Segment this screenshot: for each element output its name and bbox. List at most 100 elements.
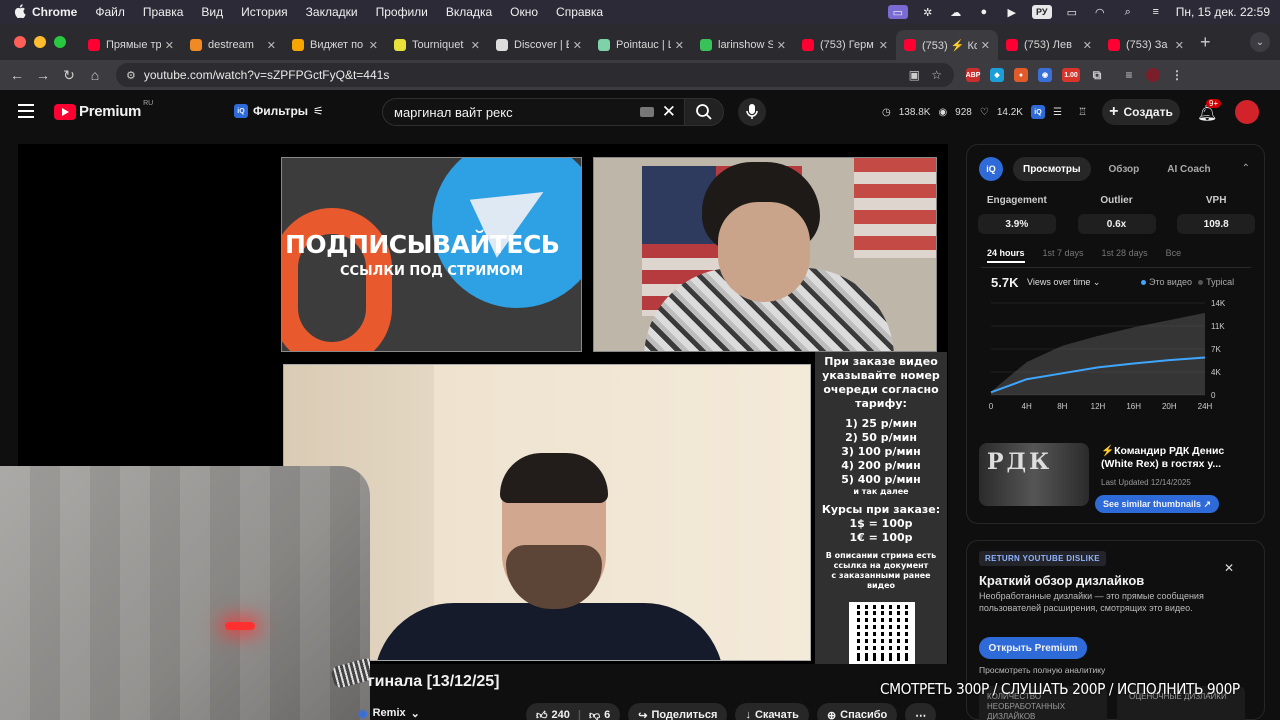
similar-video-thumbnail[interactable]: РДК [979,443,1089,506]
forward-arrow-icon[interactable]: → [30,67,56,83]
tab-ai-coach[interactable]: AI Coach [1157,157,1220,181]
account-avatar[interactable] [1235,100,1259,124]
reload-icon[interactable]: ↻ [56,67,82,84]
bookmark-star-icon[interactable]: ☆ [931,68,942,82]
browser-tab-active[interactable]: (753) ⚡ Ко ✕ [896,30,998,60]
creative-cloud-icon[interactable]: ☁ [948,5,964,19]
search-input[interactable]: маргинал вайт рекс ✕ [382,98,684,126]
browser-tab[interactable]: destream ✕ [182,30,284,60]
play-icon[interactable]: ▶ [1004,5,1020,19]
control-center-icon[interactable]: ≡ [1148,5,1164,19]
wifi-icon[interactable]: ◠ [1092,5,1108,19]
tab-close-icon[interactable]: ✕ [879,39,888,52]
collapse-chevron-icon[interactable]: ⌃ [1242,163,1250,174]
browser-tab[interactable]: Виджет по ✕ [284,30,386,60]
screen-mirror-icon[interactable]: ▭ [887,5,908,19]
minimize-window-button[interactable] [34,36,46,48]
browser-tab[interactable]: (753) Лев ✕ [998,30,1100,60]
tab-close-icon[interactable]: ✕ [675,39,684,52]
settings-icon[interactable]: ✲ [920,5,936,19]
similar-video-title[interactable]: ⚡Командир РДК Денис (White Rex) в гостях… [1101,445,1251,471]
period-7d[interactable]: 1st 7 days [1043,248,1084,263]
list-icon[interactable]: ☰ [1053,107,1062,118]
reading-list-icon[interactable]: ≡ [1122,68,1136,82]
menu-view[interactable]: Вид [201,5,223,19]
views-over-time-dropdown[interactable]: Views over time ⌄ [1027,277,1100,288]
tab-close-icon[interactable]: ✕ [369,39,378,52]
browser-tab[interactable]: Прямые тр ✕ [80,30,182,60]
home-icon[interactable]: ⌂ [82,67,108,83]
trophy-icon[interactable]: ♖ [1078,107,1087,118]
create-button[interactable]: + Создать [1102,99,1180,125]
menu-tab[interactable]: Вкладка [446,5,492,19]
browser-tab[interactable]: Tourniquet ✕ [386,30,488,60]
filters-button[interactable]: iQ Фильтры ⚟ [234,104,324,118]
youtube-premium-logo[interactable]: Premium RU [54,100,153,120]
period-24h[interactable]: 24 hours [987,248,1025,263]
browser-tab[interactable]: Pointauc | L ✕ [590,30,692,60]
voice-search-button[interactable] [738,98,766,126]
period-28d[interactable]: 1st 28 days [1102,248,1148,263]
address-url[interactable]: youtube.com/watch?v=sZPFPGctFyQ&t=441s [144,68,389,82]
browser-tab[interactable]: (753) Герм ✕ [794,30,896,60]
zoom-window-button[interactable] [54,36,66,48]
close-window-button[interactable] [14,36,26,48]
vidiq-extension-icon[interactable]: ◉ [1038,68,1052,82]
site-info-icon[interactable]: ⚙ [126,69,136,82]
notifications-bell-icon[interactable]: 🔔︎ 9+ [1197,99,1222,123]
hamburger-menu-icon[interactable] [18,104,34,122]
thumb-down-icon[interactable]: 👎︎ [589,709,600,720]
tab-overview[interactable]: Обзор [1099,157,1150,181]
search-button[interactable] [684,98,724,126]
menu-help[interactable]: Справка [556,5,603,19]
browser-tab[interactable]: Discover | E ✕ [488,30,590,60]
tab-close-icon[interactable]: ✕ [1083,39,1092,52]
tab-close-icon[interactable]: ✕ [471,39,480,52]
profile-avatar[interactable] [1146,68,1160,82]
menu-app-name[interactable]: Chrome [32,5,77,19]
new-tab-button[interactable]: + [1200,32,1211,53]
menubar-clock[interactable]: Пн, 15 дек. 22:59 [1176,5,1270,19]
menu-history[interactable]: История [241,5,288,19]
tab-views[interactable]: Просмотры [1013,157,1091,181]
search-icon[interactable]: ⌕ [1120,5,1136,19]
tab-close-icon[interactable]: ✕ [573,39,582,52]
tab-close-icon[interactable]: ✕ [981,39,990,52]
extension-badge-icon[interactable]: 1.00 [1062,68,1080,82]
remix-button[interactable]: ◉ Remix ⌄ [358,707,420,720]
close-icon[interactable]: ✕ [1224,561,1234,575]
shield-extension-icon[interactable]: ◆ [990,68,1004,82]
back-arrow-icon[interactable]: ← [4,67,30,83]
menu-window[interactable]: Окно [510,5,538,19]
download-button[interactable]: ↓ Скачать [735,703,809,720]
tab-close-icon[interactable]: ✕ [267,39,276,52]
menu-file[interactable]: Файл [95,5,125,19]
tab-search-chevron-icon[interactable]: ⌄ [1250,32,1270,52]
puzzle-extensions-icon[interactable]: ⧉ [1090,68,1104,82]
full-analytics-link[interactable]: Просмотреть полную аналитику [979,665,1105,675]
input-language-badge[interactable]: РУ [1031,5,1052,19]
share-button[interactable]: ↪ Поделиться [628,703,728,720]
menu-bookmarks[interactable]: Закладки [306,5,358,19]
keyboard-icon[interactable] [640,107,654,117]
thanks-button[interactable]: ⊕ Спасибо [816,703,898,720]
apple-icon[interactable] [14,3,32,21]
period-all[interactable]: Все [1166,248,1182,263]
install-app-icon[interactable]: ▣ [909,68,920,82]
more-actions-button[interactable]: ⋯ [905,703,937,720]
more-menu-icon[interactable]: ⋮ [1170,68,1184,82]
adblock-plus-icon[interactable]: ABP [966,68,980,82]
menu-profiles[interactable]: Профили [376,5,428,19]
clear-search-icon[interactable]: ✕ [662,102,676,122]
like-button[interactable]: 👍︎ 240 | 👎︎ 6 [526,703,621,720]
vidiq-icon[interactable]: iQ [1030,105,1045,119]
tab-close-icon[interactable]: ✕ [1175,39,1184,52]
battery-icon[interactable]: ▭ [1064,5,1080,19]
user-icon[interactable]: ● [976,5,992,19]
tab-close-icon[interactable]: ✕ [165,39,174,52]
browser-tab[interactable]: (753) За ✕ [1100,30,1192,60]
extension-icon[interactable]: ● [1014,68,1028,82]
menu-edit[interactable]: Правка [143,5,184,19]
open-premium-button[interactable]: Открыть Premium [979,637,1087,659]
see-similar-thumbnails-button[interactable]: See similar thumbnails ↗ [1095,495,1219,513]
